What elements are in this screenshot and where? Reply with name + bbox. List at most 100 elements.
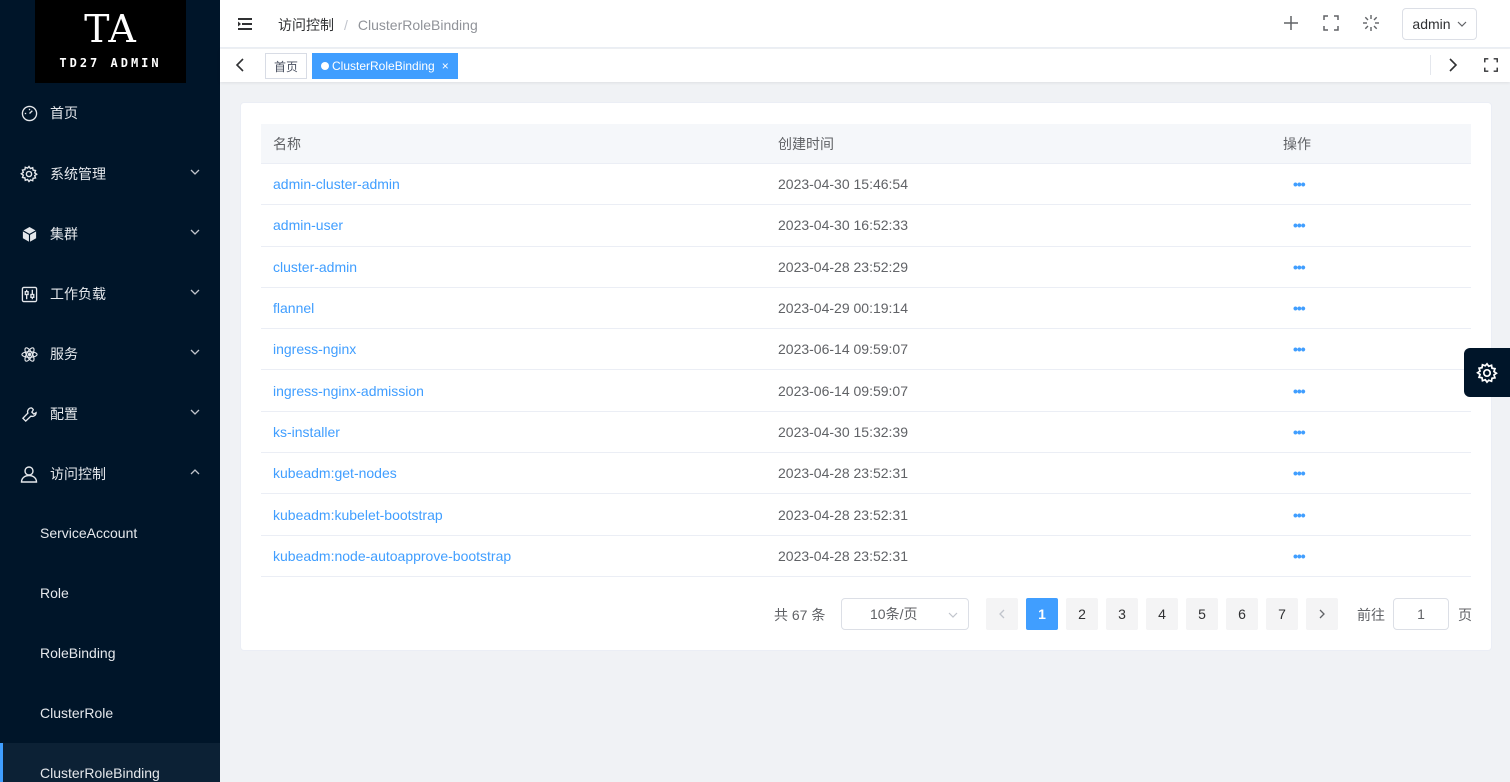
fullscreen-icon[interactable] <box>1483 57 1499 73</box>
user-dropdown[interactable]: admin <box>1402 8 1477 40</box>
column-header-name: 名称 <box>273 135 301 152</box>
row-created-time: 2023-04-28 23:52:31 <box>778 465 908 482</box>
menu-fold-icon[interactable] <box>236 15 254 33</box>
close-icon[interactable]: × <box>442 59 449 73</box>
loading-icon[interactable] <box>1362 14 1380 32</box>
more-actions-icon[interactable]: ••• <box>1293 507 1306 523</box>
row-name-link[interactable]: cluster-admin <box>261 259 766 275</box>
row-name-link[interactable]: ingress-nginx-admission <box>261 383 766 399</box>
page-button-1[interactable]: 1 <box>1026 598 1058 630</box>
sidebar-item-label: 集群 <box>50 226 78 242</box>
page-size-value: 10条/页 <box>870 606 918 622</box>
clusterrolebinding-table: 名称 创建时间 操作 admin-cluster-admin 2023-04-3… <box>261 124 1471 577</box>
more-actions-icon[interactable]: ••• <box>1293 424 1306 440</box>
row-name-link[interactable]: kubeadm:node-autoapprove-bootstrap <box>261 548 766 564</box>
breadcrumb-current: ClusterRoleBinding <box>357 17 478 33</box>
prev-page-button[interactable] <box>986 598 1018 630</box>
gear-icon <box>1476 361 1498 384</box>
page-button-2[interactable]: 2 <box>1066 598 1098 630</box>
content-card: 名称 创建时间 操作 admin-cluster-admin 2023-04-3… <box>240 102 1492 651</box>
sidebar-item-workload[interactable]: 工作负载 <box>0 264 220 324</box>
table-row: kubeadm:get-nodes 2023-04-28 23:52:31 ••… <box>261 453 1471 495</box>
sidebar-item-config[interactable]: 配置 <box>0 384 220 444</box>
tabs-bar: 首页 ClusterRoleBinding × <box>220 49 1510 82</box>
next-page-button[interactable] <box>1306 598 1338 630</box>
table-row: admin-user 2023-04-30 16:52:33 ••• <box>261 205 1471 247</box>
table-row: ks-installer 2023-04-30 15:32:39 ••• <box>261 412 1471 454</box>
logo[interactable]: TA TD27 ADMIN <box>35 0 186 83</box>
row-name-link[interactable]: kubeadm:get-nodes <box>261 465 766 481</box>
pagination-total: 共 67 条 <box>774 607 826 623</box>
chevron-left-icon[interactable] <box>234 58 246 72</box>
table-row: kubeadm:kubelet-bootstrap 2023-04-28 23:… <box>261 494 1471 536</box>
tab-label: 首页 <box>274 59 299 74</box>
table-row: ingress-nginx 2023-06-14 09:59:07 ••• <box>261 329 1471 371</box>
chevron-right-icon <box>1319 609 1325 619</box>
row-name-link[interactable]: flannel <box>261 300 766 316</box>
sidebar-item-access-control[interactable]: 访问控制 <box>0 444 220 504</box>
row-name-link[interactable]: ks-installer <box>261 424 766 440</box>
sidebar-subitem-serviceaccount[interactable]: ServiceAccount <box>0 503 220 563</box>
chevron-down-icon <box>190 349 200 355</box>
row-name-link[interactable]: admin-user <box>261 217 766 233</box>
plus-icon[interactable] <box>1282 14 1300 32</box>
chevron-down-icon <box>1457 21 1466 27</box>
row-created-time: 2023-04-28 23:52:31 <box>778 506 908 523</box>
column-header-actions: 操作 <box>1283 135 1311 152</box>
chevron-down-icon <box>948 612 958 618</box>
page-button-5[interactable]: 5 <box>1186 598 1218 630</box>
wrench-icon <box>20 405 38 423</box>
table-row: ingress-nginx-admission 2023-06-14 09:59… <box>261 370 1471 412</box>
row-name-link[interactable]: admin-cluster-admin <box>261 176 766 192</box>
tab-home[interactable]: 首页 <box>265 53 308 79</box>
row-created-time: 2023-04-30 15:46:54 <box>778 176 908 193</box>
row-created-time: 2023-04-29 00:19:14 <box>778 300 908 317</box>
sidebar-subitem-clusterrolebinding[interactable]: ClusterRoleBinding <box>0 743 220 782</box>
more-actions-icon[interactable]: ••• <box>1293 548 1306 564</box>
page-button-3[interactable]: 3 <box>1106 598 1138 630</box>
chevron-up-icon <box>190 469 200 475</box>
row-name-link[interactable]: kubeadm:kubelet-bootstrap <box>261 507 766 523</box>
gear-icon <box>20 165 38 183</box>
page-button-7[interactable]: 7 <box>1266 598 1298 630</box>
goto-suffix: 页 <box>1458 607 1472 623</box>
breadcrumb-parent[interactable]: 访问控制 <box>278 15 334 35</box>
active-dot-icon <box>321 62 329 70</box>
sidebar-item-system[interactable]: 系统管理 <box>0 144 220 204</box>
more-actions-icon[interactable]: ••• <box>1293 465 1306 481</box>
sidebar-item-service[interactable]: 服务 <box>0 324 220 384</box>
username: admin <box>1412 16 1451 32</box>
row-created-time: 2023-04-30 15:32:39 <box>778 423 908 440</box>
sidebar-subitem-role[interactable]: Role <box>0 563 220 623</box>
chevron-right-icon[interactable] <box>1447 58 1459 72</box>
sidebar-item-cluster[interactable]: 集群 <box>0 204 220 264</box>
cube-icon <box>20 225 38 243</box>
more-actions-icon[interactable]: ••• <box>1293 341 1306 357</box>
table-row: admin-cluster-admin 2023-04-30 15:46:54 … <box>261 164 1471 206</box>
row-created-time: 2023-04-28 23:52:31 <box>778 547 908 564</box>
settings-button[interactable] <box>1464 348 1510 397</box>
table-row: flannel 2023-04-29 00:19:14 ••• <box>261 288 1471 330</box>
more-actions-icon[interactable]: ••• <box>1293 176 1306 192</box>
row-created-time: 2023-06-14 09:59:07 <box>778 341 908 358</box>
page-button-4[interactable]: 4 <box>1146 598 1178 630</box>
sidebar-subitem-clusterrole[interactable]: ClusterRole <box>0 683 220 743</box>
atom-icon <box>20 345 38 363</box>
chevron-down-icon <box>190 169 200 175</box>
row-name-link[interactable]: ingress-nginx <box>261 341 766 357</box>
table-header: 名称 创建时间 操作 <box>261 124 1471 164</box>
tab-clusterrolebinding[interactable]: ClusterRoleBinding × <box>312 53 458 79</box>
fullscreen-icon[interactable] <box>1322 14 1340 32</box>
sidebar-item-label: 首页 <box>50 105 78 121</box>
row-created-time: 2023-06-14 09:59:07 <box>778 382 908 399</box>
logo-sub: TD27 ADMIN <box>59 56 162 70</box>
page-button-6[interactable]: 6 <box>1226 598 1258 630</box>
more-actions-icon[interactable]: ••• <box>1293 217 1306 233</box>
sidebar-subitem-rolebinding[interactable]: RoleBinding <box>0 623 220 683</box>
more-actions-icon[interactable]: ••• <box>1293 300 1306 316</box>
more-actions-icon[interactable]: ••• <box>1293 383 1306 399</box>
more-actions-icon[interactable]: ••• <box>1293 259 1306 275</box>
goto-page-input[interactable] <box>1393 598 1449 630</box>
page-size-select[interactable]: 10条/页 <box>841 598 969 630</box>
sidebar-item-home[interactable]: 首页 <box>0 83 220 143</box>
